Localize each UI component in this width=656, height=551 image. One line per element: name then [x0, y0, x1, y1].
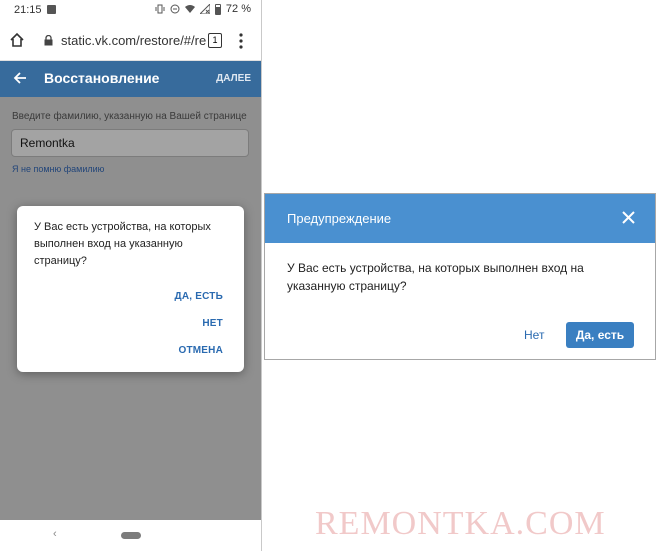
back-arrow-icon[interactable]	[12, 70, 28, 86]
dialog-message: У Вас есть устройства, на которых выполн…	[34, 221, 211, 267]
status-bar: 21:15 72 %	[0, 0, 261, 22]
forgot-surname-link[interactable]: Я не помню фамилию	[12, 164, 104, 174]
yes-button[interactable]: Да, есть	[566, 322, 634, 348]
home-icon[interactable]	[9, 32, 25, 48]
desktop-warning-dialog: Предупреждение У Вас есть устройства, на…	[264, 193, 656, 360]
close-icon[interactable]	[622, 211, 635, 224]
next-button[interactable]: ДАЛЕЕ	[216, 73, 251, 84]
nav-back-icon[interactable]: ‹	[53, 528, 57, 540]
tab-switcher-button[interactable]: 1	[208, 33, 222, 48]
surname-label: Введите фамилию, указанную на Вашей стра…	[12, 111, 247, 122]
mobile-screen: 21:15 72 % static.vk.com/restore/#/re 1 …	[0, 0, 262, 551]
watermark: REMONTKA.COM	[315, 505, 606, 542]
lock-icon	[44, 35, 53, 46]
app-bar: Восстановление ДАЛЕЕ	[0, 61, 261, 97]
cancel-button[interactable]: ОТМЕНА	[178, 345, 223, 356]
dialog-message: У Вас есть устройства, на которых выполн…	[287, 261, 584, 293]
no-button[interactable]: Нет	[524, 328, 544, 342]
page-title: Восстановление	[44, 70, 160, 86]
surname-input[interactable]: Remontka	[11, 129, 249, 157]
battery-level: 72 %	[225, 3, 251, 15]
vibrate-icon	[155, 4, 165, 14]
no-signal-icon	[199, 4, 210, 14]
dialog-header: Предупреждение	[265, 194, 655, 243]
more-menu-icon[interactable]	[238, 33, 244, 49]
surname-value: Remontka	[20, 136, 75, 150]
do-not-disturb-icon	[170, 4, 180, 14]
no-button[interactable]: НЕТ	[202, 318, 223, 329]
browser-toolbar: static.vk.com/restore/#/re 1	[0, 22, 261, 61]
wifi-icon	[184, 5, 195, 13]
status-time: 21:15	[14, 4, 42, 16]
address-bar[interactable]: static.vk.com/restore/#/re	[61, 33, 206, 48]
home-gesture-pill[interactable]	[121, 532, 141, 539]
system-nav-bar: ‹	[0, 520, 261, 551]
yes-button[interactable]: ДА, ЕСТЬ	[175, 291, 223, 302]
mobile-confirm-dialog: У Вас есть устройства, на которых выполн…	[17, 206, 244, 372]
dialog-title: Предупреждение	[287, 211, 392, 226]
image-notification-icon	[47, 5, 56, 14]
battery-icon	[214, 3, 221, 15]
